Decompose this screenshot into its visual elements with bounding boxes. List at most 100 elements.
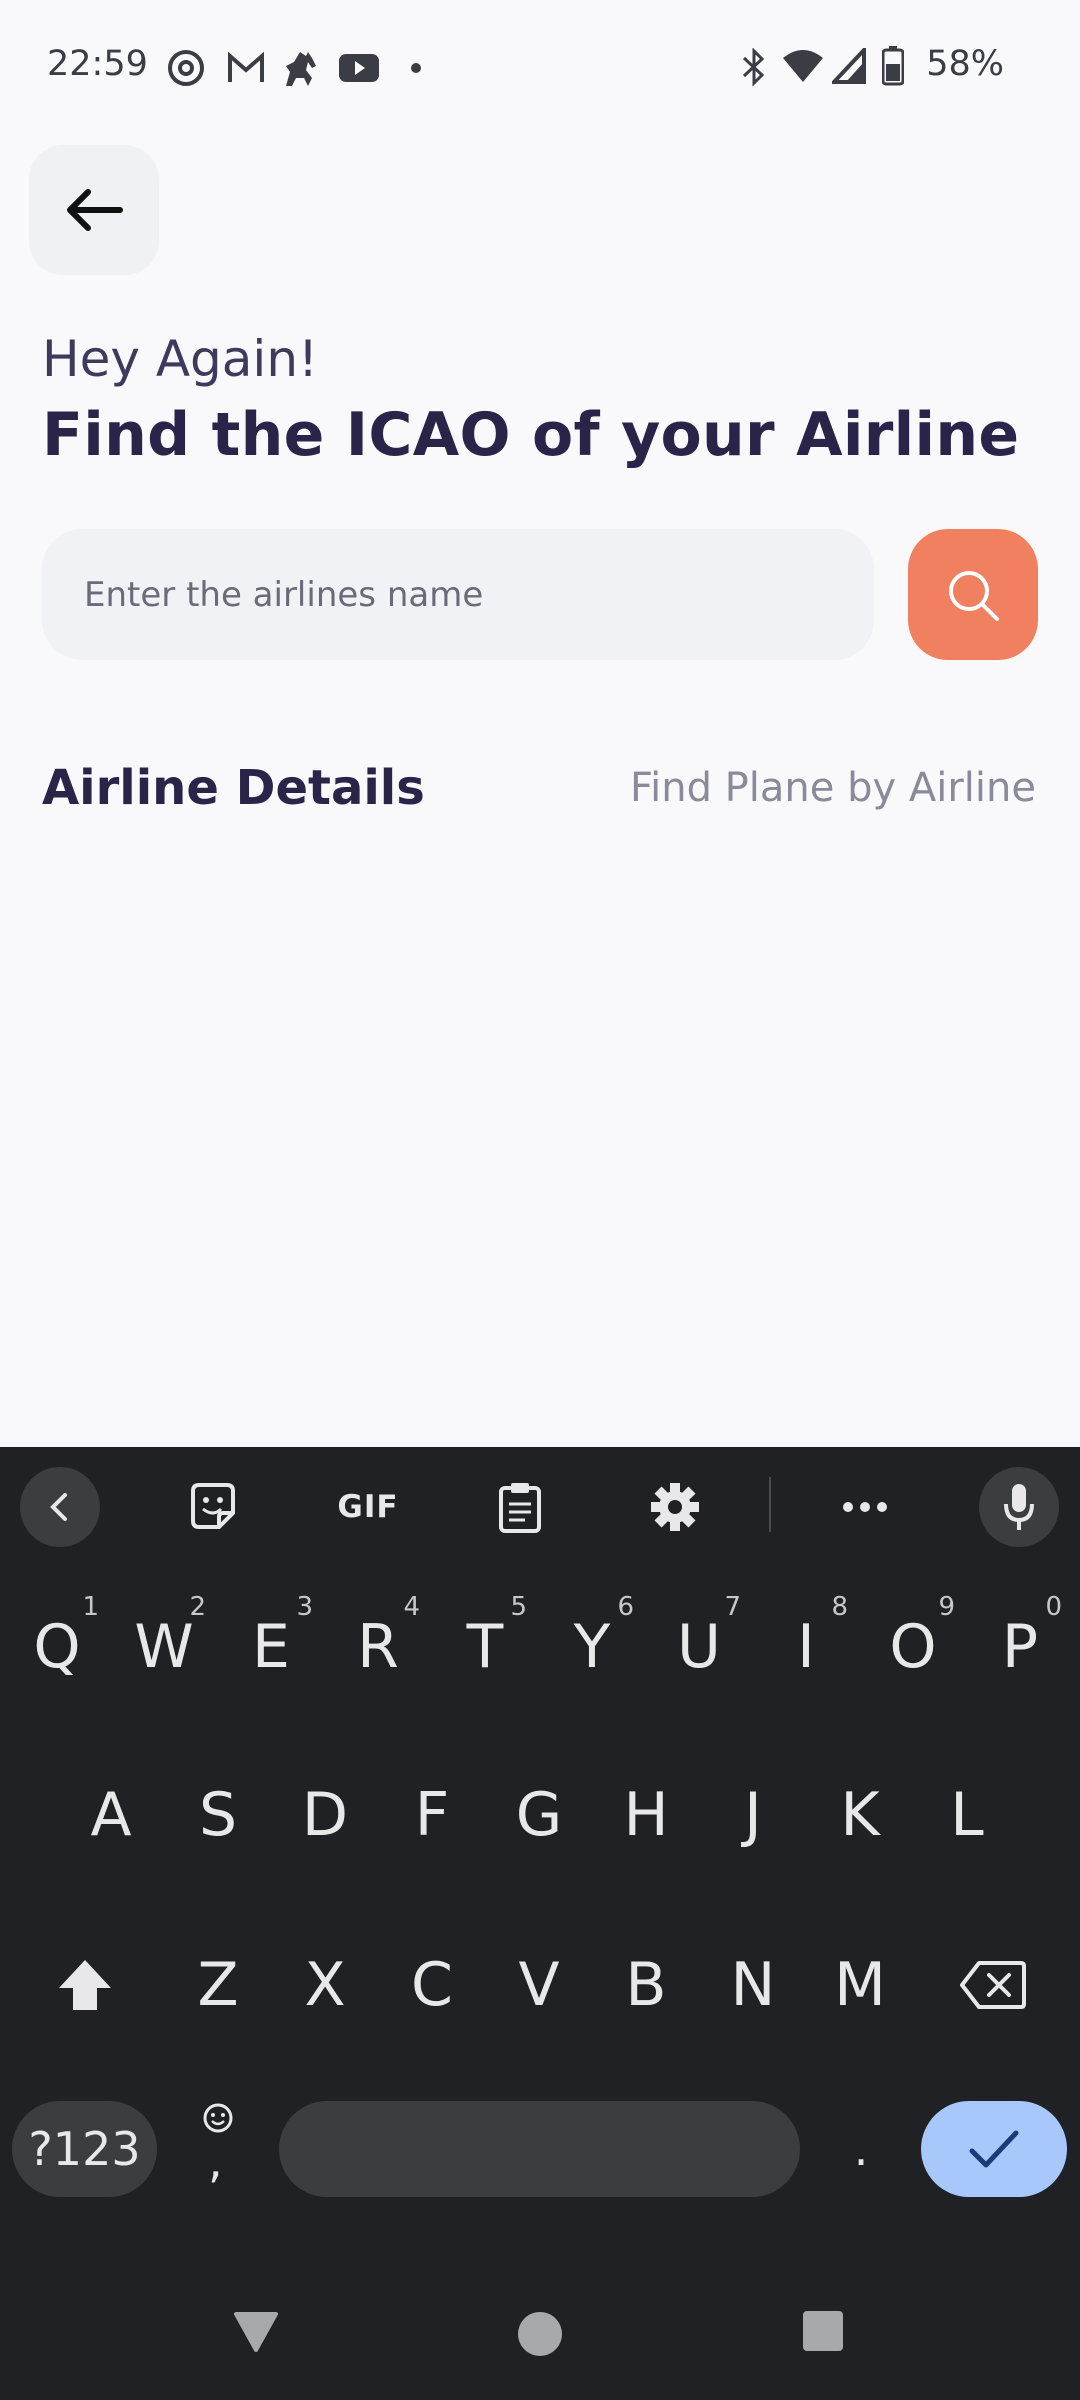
key-a[interactable]: A — [61, 1750, 161, 1880]
greeting-text: Hey Again! — [42, 330, 319, 388]
backspace-key[interactable] — [943, 1920, 1043, 2050]
key-hint: 5 — [510, 1592, 527, 1622]
comma-label: , — [208, 2134, 223, 2188]
key-label: U — [677, 1612, 721, 1682]
key-hint: 4 — [403, 1592, 420, 1622]
key-label: Q — [33, 1612, 81, 1682]
gmail-icon — [228, 51, 264, 82]
key-h[interactable]: H — [596, 1750, 696, 1880]
key-q[interactable]: Q1 — [7, 1582, 107, 1712]
period-key[interactable]: . — [811, 2084, 911, 2214]
key-r[interactable]: R4 — [328, 1582, 428, 1712]
soft-keyboard: G I F Q 1 W 2 E 3 R 4 T 5 Y 6 U 7 I 8 O 9 … — [0, 1447, 1080, 2400]
key-hint: 8 — [831, 1592, 848, 1622]
key-label: P — [1001, 1612, 1039, 1682]
key-p[interactable]: P0 — [970, 1582, 1070, 1712]
key-label: T — [466, 1612, 504, 1682]
key-d[interactable]: D — [275, 1750, 375, 1880]
more-options-button[interactable] — [825, 1467, 905, 1547]
youtube-icon — [339, 54, 379, 82]
airline-search-input[interactable] — [42, 529, 874, 660]
nav-home-icon[interactable] — [516, 2310, 564, 2358]
clipboard-button[interactable] — [480, 1467, 560, 1547]
keyboard-settings-button[interactable] — [635, 1467, 715, 1547]
arrow-left-icon — [67, 189, 123, 231]
threads-icon — [168, 50, 204, 86]
key-y[interactable]: Y6 — [542, 1582, 642, 1712]
gear-icon — [651, 1483, 699, 1531]
key-m[interactable]: M — [810, 1920, 910, 2050]
key-hint: 7 — [724, 1592, 741, 1622]
comma-key[interactable]: , — [168, 2084, 268, 2214]
key-label: R — [357, 1612, 399, 1682]
keyboard-collapse-button[interactable] — [20, 1467, 100, 1547]
key-label: Y — [573, 1612, 611, 1682]
key-label: E — [252, 1612, 290, 1682]
key-o[interactable]: O9 — [863, 1582, 963, 1712]
status-bar: 22:59 58% — [0, 0, 1080, 136]
key-l[interactable]: L — [917, 1750, 1017, 1880]
sticker-icon — [191, 1483, 235, 1529]
more-horizontal-icon — [843, 1502, 887, 1512]
key-hint: 6 — [617, 1592, 634, 1622]
toolbar-divider — [769, 1477, 771, 1532]
key-hint: 0 — [1045, 1592, 1062, 1622]
key-hint: 1 — [82, 1592, 99, 1622]
key-i[interactable]: I8 — [756, 1582, 856, 1712]
search-icon — [949, 570, 999, 621]
back-button[interactable] — [29, 145, 159, 275]
system-nav-bar — [0, 2270, 1080, 2400]
bluetooth-icon — [742, 48, 765, 86]
microphone-icon — [1004, 1484, 1034, 1530]
key-e[interactable]: E3 — [221, 1582, 321, 1712]
key-j[interactable]: J — [703, 1750, 803, 1880]
nav-back-icon[interactable] — [232, 2310, 280, 2354]
key-hint: 9 — [938, 1592, 955, 1622]
key-z[interactable]: Z — [168, 1920, 268, 2050]
airline-details-heading: Airline Details — [42, 760, 425, 816]
key-n[interactable]: N — [703, 1920, 803, 2050]
symbols-key[interactable]: ?123 — [12, 2101, 157, 2197]
key-label: I — [797, 1612, 815, 1682]
key-k[interactable]: K — [810, 1750, 910, 1880]
voice-input-button[interactable] — [979, 1467, 1059, 1547]
gif-button[interactable]: GIF — [328, 1467, 408, 1547]
dot-icon — [411, 63, 421, 73]
key-x[interactable]: X — [275, 1920, 375, 2050]
key-s[interactable]: S — [168, 1750, 268, 1880]
page-title: Find the ICAO of your Airline — [42, 400, 1020, 470]
key-hint: 2 — [189, 1592, 206, 1622]
key-w[interactable]: W2 — [114, 1582, 214, 1712]
key-b[interactable]: B — [596, 1920, 696, 2050]
emoji-icon — [203, 2103, 233, 2133]
horse-app-icon — [286, 52, 316, 86]
battery-percentage: 58% — [926, 44, 1004, 84]
status-time: 22:59 — [47, 44, 148, 84]
key-u[interactable]: U7 — [649, 1582, 749, 1712]
gif-label: GIF — [337, 1489, 399, 1525]
key-v[interactable]: V — [489, 1920, 589, 2050]
wifi-icon — [783, 50, 823, 82]
battery-icon — [882, 46, 904, 86]
shift-icon — [59, 1960, 111, 2010]
keyboard-toolbar: GIF — [0, 1447, 1080, 1562]
space-bar[interactable] — [279, 2101, 800, 2197]
enter-key[interactable] — [921, 2101, 1067, 2197]
key-label: W — [134, 1612, 194, 1682]
chevron-left-icon — [50, 1493, 67, 1521]
sticker-button[interactable] — [173, 1467, 253, 1547]
nav-recents-icon[interactable] — [802, 2310, 844, 2352]
key-hint: 3 — [296, 1592, 313, 1622]
find-plane-by-airline-link[interactable]: Find Plane by Airline — [630, 765, 1036, 811]
shift-key[interactable] — [35, 1920, 135, 2050]
key-t[interactable]: T5 — [435, 1582, 535, 1712]
clipboard-icon — [499, 1483, 541, 1533]
signal-icon — [832, 48, 866, 84]
system-icons — [740, 44, 920, 88]
backspace-icon — [960, 1961, 1026, 2009]
search-button[interactable] — [908, 529, 1038, 660]
key-label: O — [889, 1612, 937, 1682]
key-f[interactable]: F — [382, 1750, 482, 1880]
key-c[interactable]: C — [382, 1920, 482, 2050]
key-g[interactable]: G — [489, 1750, 589, 1880]
